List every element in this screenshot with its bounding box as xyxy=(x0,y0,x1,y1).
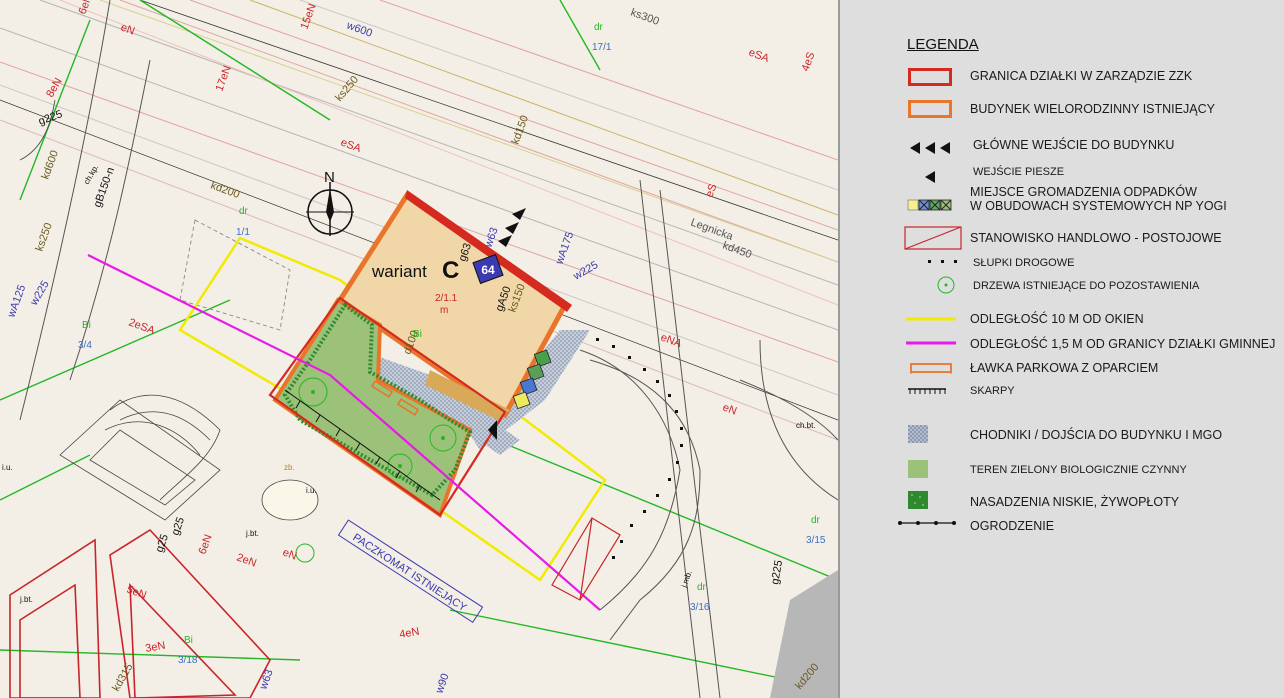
legend-item-label: TEREN ZIELONY BIOLOGICZNIE CZYNNY xyxy=(970,464,1187,476)
triple-triangle-icon xyxy=(910,142,950,154)
north-letter: N xyxy=(324,169,335,186)
bollards-icon xyxy=(928,260,957,263)
orange-border-box-icon xyxy=(908,100,952,118)
legend-item-label: GŁÓWNE WEJŚCIE DO BUDYNKU xyxy=(973,138,1175,152)
variant-letter: C xyxy=(442,257,459,284)
parcel-tag: dr xyxy=(239,206,249,217)
legend-item-label: OGRODZENIE xyxy=(970,519,1055,533)
map-canvas: 64 wariant C 2/1.1 m N PACZKOMAT ISTNIEJ… xyxy=(0,0,838,698)
legend-item-label: DRZEWA ISTNIEJĄCE DO POZOSTAWIENIA xyxy=(973,280,1200,292)
waste-bins-icon xyxy=(907,199,952,211)
site-plan-map: 64 wariant C 2/1.1 m N PACZKOMAT ISTNIEJ… xyxy=(0,0,838,698)
tree-circle-icon xyxy=(937,276,955,294)
legend-panel: LEGENDA GRANICA DZIAŁKI W ZARZĄDZIE ZZK … xyxy=(838,0,1284,698)
magenta-line-icon xyxy=(906,341,956,345)
parcel-number: 17/1 xyxy=(592,42,612,53)
legend-item-label: ŁAWKA PARKOWA Z OPARCIEM xyxy=(970,361,1159,375)
point-label: i.u. xyxy=(306,486,317,495)
legend-item-label: ODLEGŁOŚĆ 10 M OD OKIEN xyxy=(970,312,1144,326)
legend-item-label: WEJŚCIE PIESZE xyxy=(973,166,1065,178)
red-diagonal-box-icon xyxy=(904,226,962,250)
point-label: zb. xyxy=(284,463,295,472)
legend-item-label: ODLEGŁOŚĆ 1,5 M OD GRANICY DZIAŁKI GMINN… xyxy=(970,337,1276,351)
fence-line-icon xyxy=(898,521,956,525)
legend-title: LEGENDA xyxy=(907,36,979,53)
point-label: ch.bt. xyxy=(796,421,816,430)
point-label: j.bt. xyxy=(19,595,33,604)
parcel-label-bottom: m xyxy=(440,305,448,316)
green-swatch-icon xyxy=(908,460,928,478)
parcel-tag: Bi xyxy=(82,320,91,331)
variant-label: wariant xyxy=(371,262,427,281)
parcel-number: 3/18 xyxy=(178,655,198,666)
parcel-label-top: 2/1.1 xyxy=(435,293,458,304)
single-triangle-icon xyxy=(925,171,935,183)
slope-icon xyxy=(908,388,946,394)
legend-item-label: BUDYNEK WIELORODZINNY ISTNIEJĄCY xyxy=(970,102,1215,116)
parcel-tag: Bi xyxy=(184,635,193,646)
parcel-number: 3/15 xyxy=(806,535,826,546)
parcel-tag: dr xyxy=(697,582,707,593)
bench-icon xyxy=(910,363,952,374)
parcel-number: 1/1 xyxy=(236,227,250,238)
hedge-swatch-icon xyxy=(908,491,928,509)
legend-item-label-line2: W OBUDOWACH SYSTEMOWYCH NP YOGI xyxy=(970,199,1227,213)
legend-item-label: MIEJSCE GROMADZENIA ODPADKÓW xyxy=(970,185,1197,199)
legend-item-label: STANOWISKO HANDLOWO - POSTOJOWE xyxy=(970,231,1222,245)
sidewalk-swatch-icon xyxy=(908,425,928,443)
point-label: i.u. xyxy=(2,463,13,472)
parcel-tag: dr xyxy=(594,22,604,33)
yellow-line-icon xyxy=(906,317,956,321)
building-number: 64 xyxy=(481,263,495,277)
legend-item-label: NASADZENIA NISKIE, ŻYWOPŁOTY xyxy=(970,495,1180,509)
point-label: j.bt. xyxy=(245,529,259,538)
legend-item-label: GRANICA DZIAŁKI W ZARZĄDZIE ZZK xyxy=(970,69,1193,83)
legend-item-label: SKARPY xyxy=(970,385,1015,397)
parcel-tag: dr xyxy=(811,515,821,526)
red-border-box-icon xyxy=(908,68,952,86)
parcel-number: 3/4 xyxy=(78,340,92,351)
legend-item-label: SŁUPKI DROGOWE xyxy=(973,257,1075,269)
parcel-number: 3/16 xyxy=(690,602,710,613)
legend-item-label: CHODNIKI / DOJŚCIA DO BUDYNKU I MGO xyxy=(970,428,1223,442)
